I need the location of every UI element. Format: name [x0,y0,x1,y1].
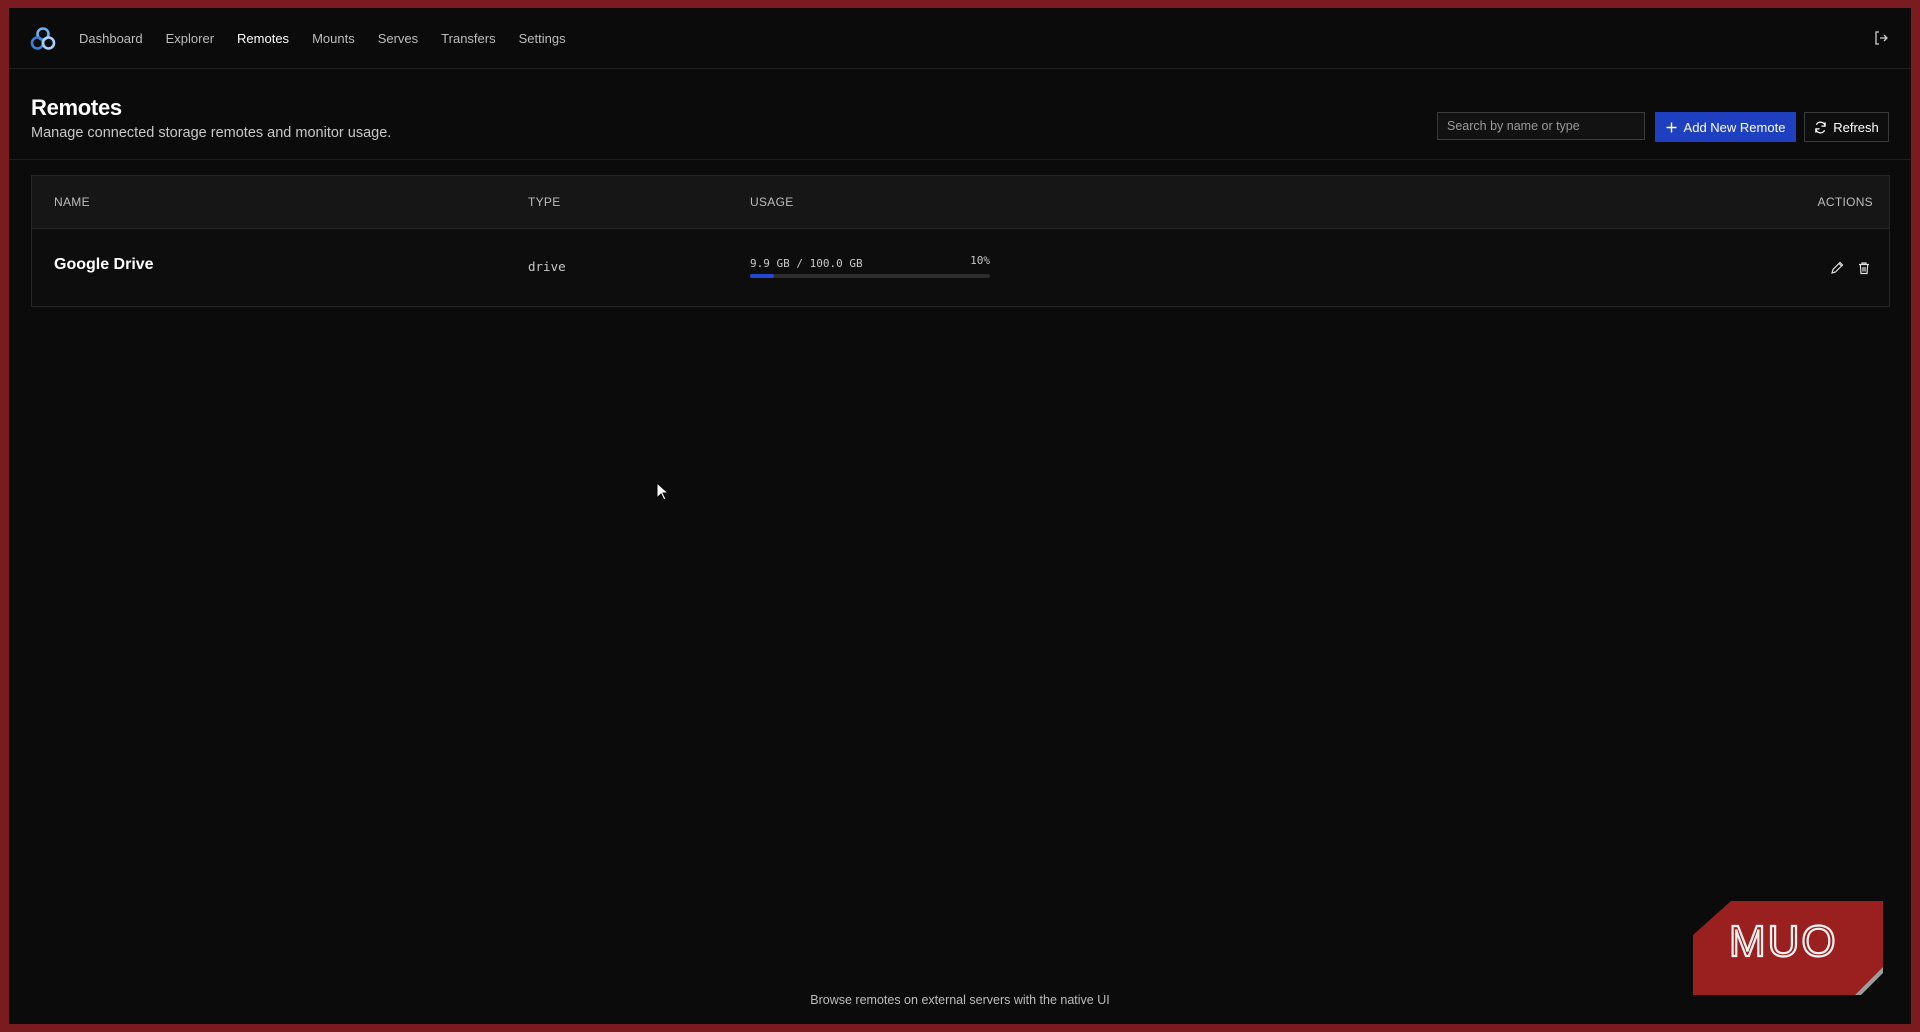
svg-text:MUO: MUO [1729,917,1838,966]
nav-transfers[interactable]: Transfers [441,31,495,46]
table-header: NAME TYPE USAGE ACTIONS [32,176,1889,229]
table-row[interactable]: Google Drive drive 9.9 GB / 100.0 GB 10% [32,229,1889,307]
mouse-cursor-icon [656,482,670,501]
page-header: Remotes Manage connected storage remotes… [9,69,1911,160]
refresh-icon [1815,121,1826,133]
column-actions-header: ACTIONS [1817,195,1873,209]
column-name-header: NAME [54,195,90,209]
logout-icon[interactable] [1873,30,1889,46]
plus-icon [1666,122,1677,132]
nav-mounts[interactable]: Mounts [312,31,355,46]
native-ui-link[interactable]: Browse remotes on external servers with … [9,993,1911,1007]
add-new-remote-button[interactable]: Add New Remote [1655,112,1796,142]
remote-name: Google Drive [54,256,154,273]
remotes-table: NAME TYPE USAGE ACTIONS Google Drive dri… [31,175,1890,307]
nav-remotes[interactable]: Remotes [237,31,289,46]
page-title: Remotes [31,95,122,120]
nav-explorer[interactable]: Explorer [166,31,214,46]
nav-serves[interactable]: Serves [378,31,418,46]
nav-settings[interactable]: Settings [519,31,566,46]
usage-percent: 10% [970,254,990,267]
muo-watermark-logo: MUO [1693,901,1883,995]
page-subtitle: Manage connected storage remotes and mon… [31,125,392,141]
search-input[interactable] [1437,112,1645,140]
column-type-header: TYPE [528,195,561,209]
rclone-logo-icon[interactable] [30,26,56,52]
column-usage-header: USAGE [750,195,794,209]
usage-bar [750,274,990,278]
app-window: Dashboard Explorer Remotes Mounts Serves… [9,8,1911,1024]
refresh-button[interactable]: Refresh [1804,112,1889,142]
top-nav-bar: Dashboard Explorer Remotes Mounts Serves… [9,8,1911,69]
usage-meter: 9.9 GB / 100.0 GB 10% [750,254,990,278]
nav-dashboard[interactable]: Dashboard [79,31,143,46]
edit-pencil-icon[interactable] [1830,261,1844,275]
main-nav: Dashboard Explorer Remotes Mounts Serves… [79,8,589,68]
usage-bar-fill [750,274,774,278]
delete-trash-icon[interactable] [1857,261,1871,275]
add-new-remote-label: Add New Remote [1683,119,1786,135]
remote-type: drive [528,259,566,274]
usage-text: 9.9 GB / 100.0 GB [750,257,863,270]
refresh-label: Refresh [1833,119,1879,135]
